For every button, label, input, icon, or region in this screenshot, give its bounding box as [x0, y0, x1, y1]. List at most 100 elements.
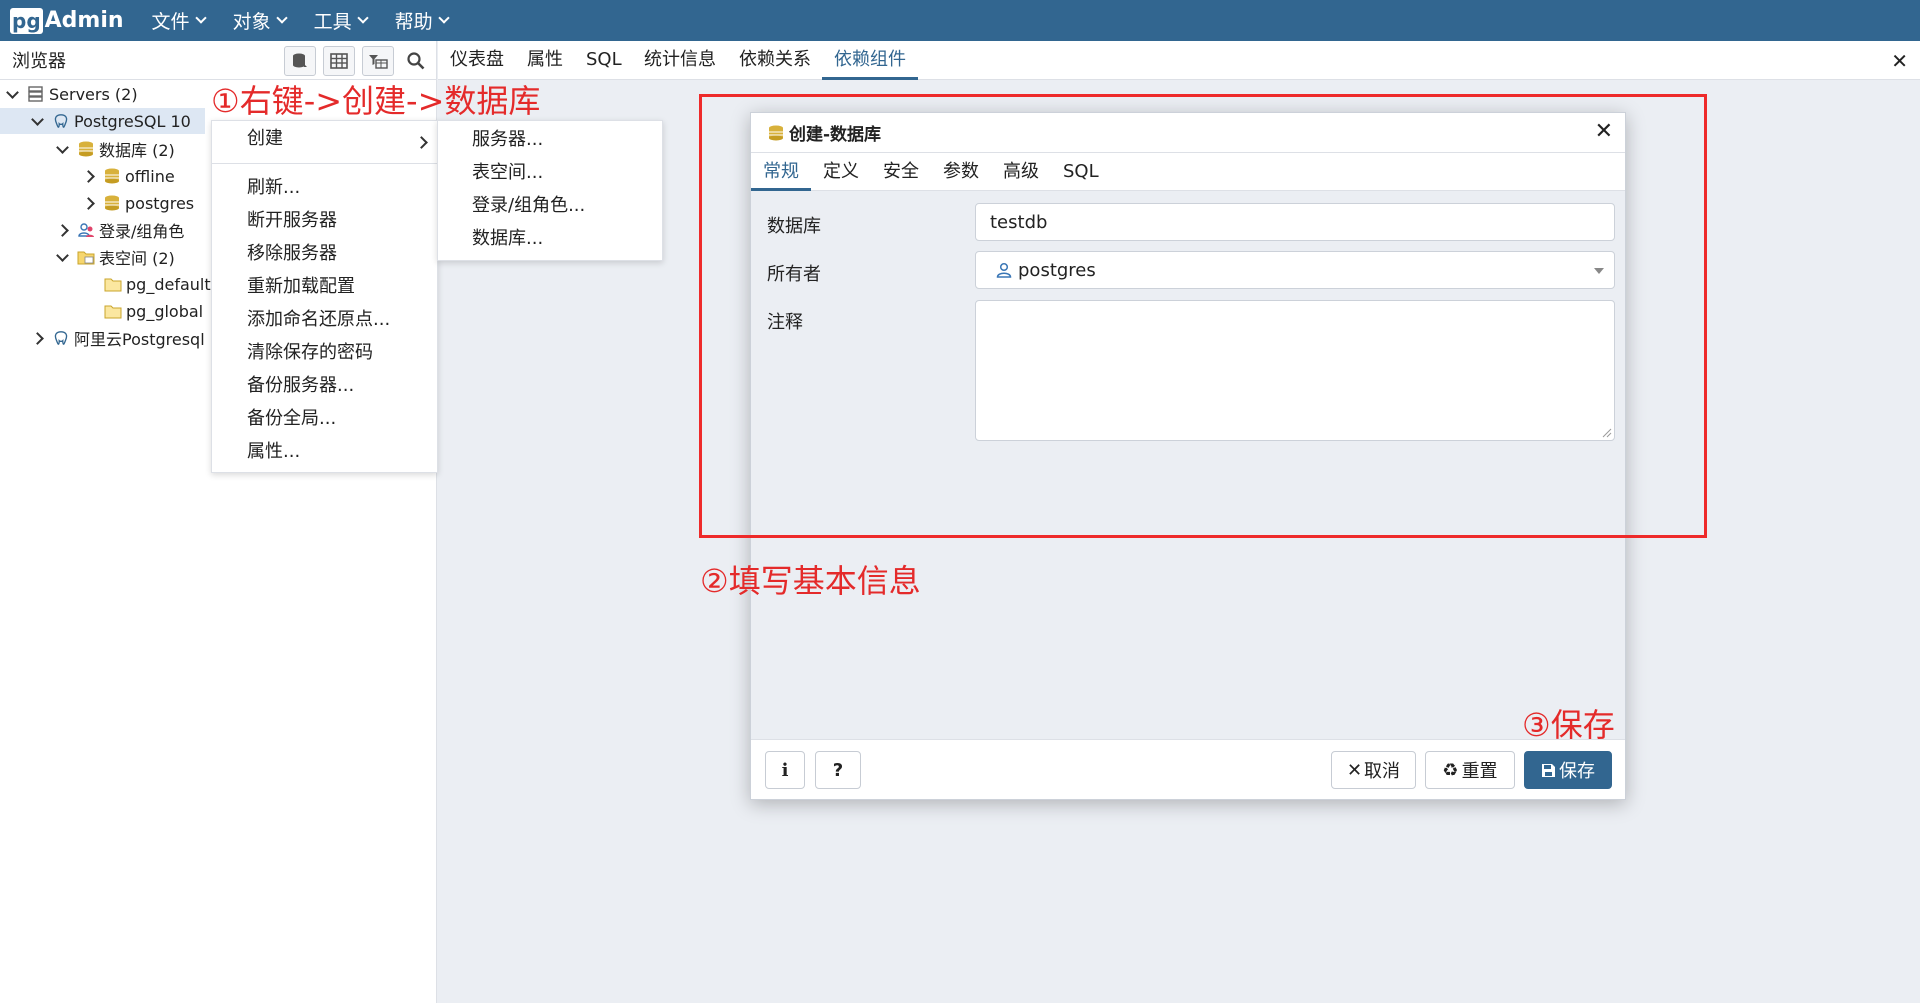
chevron-right-icon	[31, 331, 44, 345]
create-submenu: 服务器... 表空间... 登录/组角色... 数据库...	[437, 120, 663, 261]
save-button[interactable]: 保存	[1524, 751, 1612, 789]
reset-button[interactable]: ♻ 重置	[1425, 751, 1515, 789]
submenu-database[interactable]: 数据库...	[472, 223, 543, 255]
menu-divider	[212, 163, 437, 164]
tree-tablespaces-label: 表空间 (2)	[99, 249, 175, 268]
chevron-down-icon	[275, 12, 288, 24]
close-icon: ✕	[1346, 759, 1363, 781]
tree-pg-default-label: pg_default	[126, 274, 211, 294]
login-roles-icon	[78, 223, 94, 237]
save-label: 保存	[1559, 761, 1595, 782]
submenu-tablespace[interactable]: 表空间...	[472, 157, 543, 189]
search-objects-button[interactable]	[400, 46, 432, 76]
chevron-down-icon	[6, 85, 19, 99]
postgresql-elephant-icon	[54, 331, 68, 345]
tablespace-folder-icon	[77, 251, 95, 265]
database-icon	[105, 195, 119, 211]
tab-dashboard[interactable]: 仪表盘	[450, 41, 504, 80]
tree-tablespaces[interactable]: 表空间 (2)	[56, 244, 175, 270]
ctx-reload-config[interactable]: 重新加载配置	[247, 271, 355, 303]
filter-table-icon	[369, 55, 388, 69]
browser-header: 浏览器	[0, 41, 436, 80]
tree-login-roles-label: 登录/组角色	[99, 222, 185, 241]
reset-label: 重置	[1461, 761, 1498, 782]
object-tabbar: 仪表盘 属性 SQL 统计信息 依赖关系 依赖组件 ✕	[438, 41, 1920, 80]
chevron-down-icon	[437, 12, 450, 24]
tree-pg-global-label: pg_global	[126, 301, 204, 321]
tree-db-postgres[interactable]: postgres	[82, 190, 195, 216]
menu-file-label: 文件	[151, 11, 190, 33]
chevron-right-icon	[82, 196, 95, 210]
tab-dependencies[interactable]: 依赖关系	[739, 41, 811, 80]
pgadmin-logo[interactable]: pg Admin	[10, 0, 124, 41]
tree-db-postgres-label: postgres	[125, 193, 195, 213]
menu-file[interactable]: 文件	[151, 7, 207, 34]
save-floppy-icon	[1542, 763, 1555, 777]
chevron-down-icon	[194, 12, 207, 24]
top-navbar: pg Admin 文件 对象 工具 帮助	[0, 0, 1920, 41]
menu-help-label: 帮助	[394, 11, 433, 33]
tree-db-offline-label: offline	[125, 166, 175, 186]
tree-databases-label: 数据库 (2)	[99, 141, 175, 160]
view-data-button[interactable]	[323, 46, 355, 76]
tree-servers-label: Servers (2)	[49, 84, 138, 104]
submenu-login-role[interactable]: 登录/组角色...	[472, 190, 585, 222]
search-icon	[407, 52, 425, 70]
tree-pg-global[interactable]: pg_global	[104, 298, 203, 324]
ctx-create[interactable]: 创建	[247, 123, 437, 155]
servers-icon	[28, 86, 43, 102]
tree-login-roles[interactable]: 登录/组角色	[56, 217, 185, 243]
ctx-refresh[interactable]: 刷新...	[247, 172, 300, 204]
tree-db-offline[interactable]: offline	[82, 163, 175, 189]
ctx-backup-globals[interactable]: 备份全局...	[247, 403, 336, 435]
filtered-rows-button[interactable]	[362, 46, 394, 76]
annotation-step3: ③保存	[1522, 706, 1615, 744]
highlight-box	[699, 94, 1707, 538]
tree-pg-default[interactable]: pg_default	[104, 271, 211, 297]
menu-tools[interactable]: 工具	[313, 7, 369, 34]
chevron-down-icon	[56, 140, 69, 154]
tree-databases[interactable]: 数据库 (2)	[56, 136, 175, 162]
menu-help[interactable]: 帮助	[394, 7, 450, 34]
ctx-backup-server[interactable]: 备份服务器...	[247, 370, 354, 402]
help-button[interactable]: ?	[815, 751, 861, 789]
cancel-button[interactable]: ✕ 取消	[1331, 751, 1416, 789]
info-button[interactable]: i	[765, 751, 805, 789]
ctx-properties[interactable]: 属性...	[247, 436, 300, 468]
annotation-step2: ②填写基本信息	[700, 562, 921, 600]
browser-title: 浏览器	[12, 51, 66, 72]
folder-icon	[104, 305, 122, 319]
menu-tools-label: 工具	[313, 11, 352, 33]
chevron-down-icon	[56, 248, 69, 262]
query-tool-button[interactable]	[284, 46, 316, 76]
cancel-label: 取消	[1364, 761, 1401, 782]
logo-pg: pg	[10, 7, 43, 34]
logo-admin: Admin	[44, 8, 124, 33]
tree-postgresql-10[interactable]: PostgreSQL 10	[0, 108, 205, 134]
context-menu: 创建 刷新... 断开服务器 移除服务器 重新加载配置 添加命名还原点... 清…	[211, 120, 438, 473]
menu-object[interactable]: 对象	[232, 7, 288, 34]
tab-dependents[interactable]: 依赖组件	[822, 41, 918, 80]
chevron-right-icon	[82, 169, 95, 183]
database-icon	[79, 141, 93, 157]
ctx-create-label: 创建	[247, 128, 283, 149]
ctx-remove-server[interactable]: 移除服务器	[247, 238, 337, 270]
database-icon	[105, 168, 119, 184]
tree-aliyun-label: 阿里云Postgresql	[74, 330, 205, 349]
ctx-clear-password[interactable]: 清除保存的密码	[247, 337, 373, 369]
annotation-step1: ①右键->创建->数据库	[211, 82, 541, 120]
menu-object-label: 对象	[232, 11, 271, 33]
recycle-icon: ♻	[1442, 759, 1459, 781]
ctx-add-restore-point[interactable]: 添加命名还原点...	[247, 304, 390, 336]
folder-icon	[104, 278, 122, 292]
ctx-disconnect-server[interactable]: 断开服务器	[247, 205, 337, 237]
tab-sql[interactable]: SQL	[586, 41, 622, 80]
submenu-server[interactable]: 服务器...	[472, 124, 543, 156]
chevron-down-icon	[356, 12, 369, 24]
tab-properties[interactable]: 属性	[527, 41, 563, 80]
dialog-footer: i ? ✕ 取消 ♻ 重置 保存	[751, 739, 1625, 799]
chevron-down-icon	[31, 112, 44, 126]
close-icon[interactable]: ✕	[1891, 49, 1908, 73]
tab-statistics[interactable]: 统计信息	[644, 41, 716, 80]
tree-aliyun-server[interactable]: 阿里云Postgresql	[31, 325, 205, 351]
